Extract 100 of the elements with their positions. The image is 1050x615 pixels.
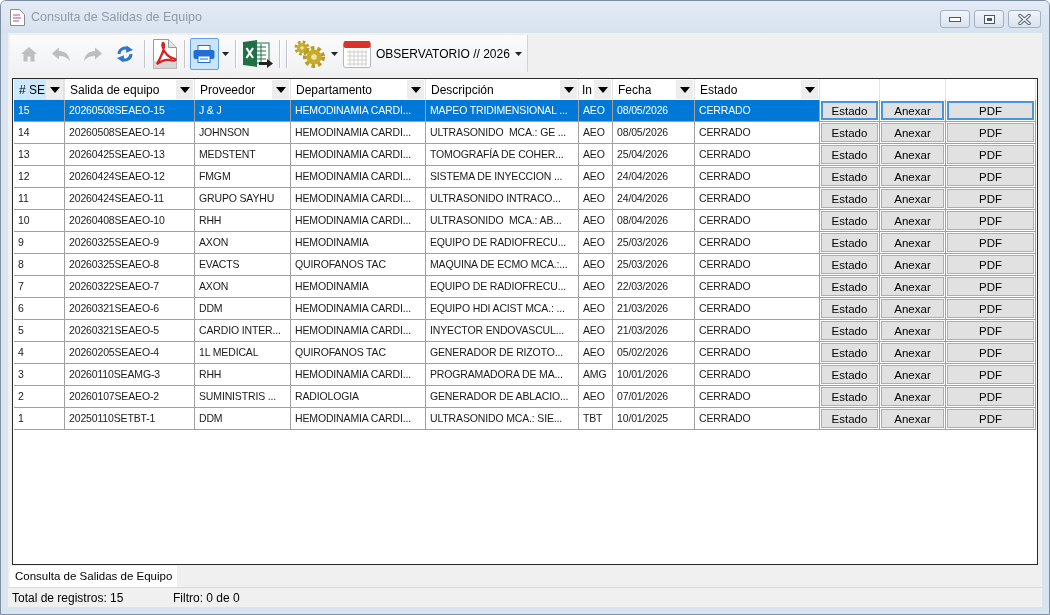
attach-button[interactable]: Anexar bbox=[881, 255, 944, 274]
table-row[interactable]: 10 20260408SEAEO-10 RHH HEMODINAMIA CARDI... ULTRASONIDO MCA.: AB... AEO 08/04/2026 CERRADO Estado Anexar PDF bbox=[14, 210, 1037, 232]
attach-button[interactable]: Anexar bbox=[881, 189, 944, 208]
column-header[interactable]: In bbox=[579, 79, 613, 100]
filter-button[interactable] bbox=[676, 80, 693, 99]
table-cell: DDM bbox=[195, 408, 291, 430]
attach-button[interactable]: Anexar bbox=[881, 123, 944, 142]
table-cell: SUMINISTRIS ... bbox=[195, 386, 291, 408]
attach-button[interactable]: Anexar bbox=[881, 277, 944, 296]
status-button[interactable]: Estado bbox=[821, 409, 878, 428]
attach-button[interactable]: Anexar bbox=[881, 211, 944, 230]
caret-icon[interactable] bbox=[222, 51, 229, 56]
minimize-button[interactable] bbox=[940, 10, 970, 28]
period-dropdown[interactable]: OBSERVATORIO // 2026 bbox=[341, 38, 524, 69]
column-header[interactable]: # SE bbox=[14, 79, 65, 100]
attach-button[interactable]: Anexar bbox=[881, 321, 944, 340]
status-button[interactable]: Estado bbox=[821, 189, 878, 208]
filter-button[interactable] bbox=[46, 80, 63, 99]
pdf-button[interactable]: PDF bbox=[947, 189, 1034, 208]
filter-button[interactable] bbox=[801, 80, 818, 99]
status-button[interactable]: Estado bbox=[821, 321, 878, 340]
pdf-button[interactable]: PDF bbox=[947, 101, 1034, 120]
filter-button[interactable] bbox=[272, 80, 289, 99]
status-button[interactable]: Estado bbox=[821, 123, 878, 142]
status-button[interactable]: Estado bbox=[821, 167, 878, 186]
pdf-button[interactable]: PDF bbox=[947, 233, 1034, 252]
pdf-button[interactable]: PDF bbox=[947, 343, 1034, 362]
table-row[interactable]: 9 20260325SEAEO-9 AXON HEMODINAMIA EQUIPO DE RADIOFRECU... AEO 25/03/2026 CERRADO Estado Anexar PDF bbox=[14, 232, 1037, 254]
right-arrow-icon bbox=[83, 45, 103, 62]
status-button[interactable]: Estado bbox=[821, 255, 878, 274]
excel-export-button[interactable] bbox=[240, 37, 275, 70]
pdf-button[interactable]: PDF bbox=[947, 299, 1034, 318]
attach-button[interactable]: Anexar bbox=[881, 387, 944, 406]
attach-button[interactable]: Anexar bbox=[881, 299, 944, 318]
table-row[interactable]: 13 20260425SEAEO-13 MEDSTENT HEMODINAMIA CARDI... TOMOGRAFÍA DE COHER... AEO 25/04/2026 CERRADO Estado Anexar PDF bbox=[14, 144, 1037, 166]
attach-button[interactable]: Anexar bbox=[881, 365, 944, 384]
table-row[interactable]: 2 20260107SEAEO-2 SUMINISTRIS ... RADIOLOGIA GENERADOR DE ABLACIO... AEO 07/01/2026 CERRADO Estado Anexar PDF bbox=[14, 386, 1037, 408]
table-row[interactable]: 8 20260325SEAEO-8 EVACTS QUIROFANOS TAC MAQUINA DE ECMO MCA.:... AEO 25/03/2026 CERRADO Estado Anexar PDF bbox=[14, 254, 1037, 276]
attach-button[interactable]: Anexar bbox=[881, 145, 944, 164]
table-row[interactable]: 3 20260110SEAMG-3 RHH HEMODINAMIA CARDI... PROGRAMADORA DE MA... AMG 10/01/2026 CERRADO Estado Anexar PDF bbox=[14, 364, 1037, 386]
table-row[interactable]: 15 20260508SEAEO-15 J & J HEMODINAMIA CARDI... MAPEO TRIDIMENSIONAL ... AEO 08/05/2026 CERRADO Estado Anexar PDF bbox=[14, 100, 1037, 122]
attach-button[interactable]: Anexar bbox=[881, 167, 944, 186]
table-cell: CERRADO bbox=[695, 254, 820, 276]
pdf-button[interactable]: PDF bbox=[947, 123, 1034, 142]
pdf-button[interactable]: PDF bbox=[947, 365, 1034, 384]
table-row[interactable]: 6 20260321SEAEO-6 DDM HEMODINAMIA CARDI... EQUIPO HDI ACIST MCA.: ... AEO 21/03/2026 CERRADO Estado Anexar PDF bbox=[14, 298, 1037, 320]
close-button[interactable] bbox=[1008, 10, 1041, 28]
pdf-button[interactable]: PDF bbox=[947, 387, 1034, 406]
attach-button[interactable]: Anexar bbox=[881, 101, 944, 120]
filter-button[interactable] bbox=[407, 80, 424, 99]
table-cell: HEMODINAMIA CARDI... bbox=[291, 144, 426, 166]
status-button[interactable]: Estado bbox=[821, 101, 878, 120]
table-cell: HEMODINAMIA CARDI... bbox=[291, 364, 426, 386]
table-row[interactable]: 12 20260424SEAEO-12 FMGM HEMODINAMIA CARDI... SISTEMA DE INYECCION ... AEO 24/04/2026 CERRADO Estado Anexar PDF bbox=[14, 166, 1037, 188]
print-button[interactable] bbox=[189, 37, 219, 70]
status-button[interactable]: Estado bbox=[821, 211, 878, 230]
caret-icon[interactable] bbox=[331, 51, 338, 56]
pdf-button[interactable]: PDF bbox=[947, 409, 1034, 428]
status-button[interactable]: Estado bbox=[821, 343, 878, 362]
maximize-button[interactable] bbox=[974, 10, 1004, 28]
table-row[interactable]: 4 20260205SEAEO-4 1L MEDICAL QUIROFANOS TAC GENERADOR DE RIZOTO... AEO 05/02/2026 CERRADO Estado Anexar PDF bbox=[14, 342, 1037, 364]
caret-icon bbox=[49, 86, 60, 93]
table-cell: AEO bbox=[579, 276, 613, 298]
table-row[interactable]: 14 20260508SEAEO-14 JOHNSON HEMODINAMIA CARDI... ULTRASONIDO MCA.: GE ... AEO 08/05/2026 CERRADO Estado Anexar PDF bbox=[14, 122, 1037, 144]
filter-button[interactable] bbox=[176, 80, 193, 99]
status-button[interactable]: Estado bbox=[821, 365, 878, 384]
table-cell: CERRADO bbox=[695, 364, 820, 386]
table-cell: CERRADO bbox=[695, 232, 820, 254]
filter-button[interactable] bbox=[594, 80, 611, 99]
status-button[interactable]: Estado bbox=[821, 277, 878, 296]
table-cell: AEO bbox=[579, 342, 613, 364]
table-row[interactable]: 11 20260424SEAEO-11 GRUPO SAYHU HEMODINAMIA CARDI... ULTRASONIDO INTRACO... AEO 24/04/2026 CERRADO Estado Anexar PDF bbox=[14, 188, 1037, 210]
table-cell: 22/03/2026 bbox=[613, 276, 695, 298]
status-button[interactable]: Estado bbox=[821, 145, 878, 164]
table-cell: MAQUINA DE ECMO MCA.:... bbox=[426, 254, 579, 276]
pdf-button[interactable]: PDF bbox=[947, 321, 1034, 340]
caret-icon bbox=[679, 86, 690, 93]
pdf-button[interactable]: PDF bbox=[947, 145, 1034, 164]
status-button[interactable]: Estado bbox=[821, 233, 878, 252]
attach-button[interactable]: Anexar bbox=[881, 409, 944, 428]
table-cell: 15 bbox=[14, 100, 65, 122]
filter-button[interactable] bbox=[560, 80, 577, 99]
pdf-button[interactable]: PDF bbox=[947, 211, 1034, 230]
tab[interactable]: Consulta de Salidas de Equipo bbox=[10, 566, 178, 587]
table-row[interactable]: 1 20250110SETBT-1 DDM HEMODINAMIA CARDI... ULTRASONIDO MCA.: SIE... TBT 10/01/2025 CERRADO Estado Anexar PDF bbox=[14, 408, 1037, 430]
header-label: Salida de equipo bbox=[70, 82, 160, 97]
attach-button[interactable]: Anexar bbox=[881, 343, 944, 362]
table-cell: TBT bbox=[579, 408, 613, 430]
table-row[interactable]: 5 20260321SEAEO-5 CARDIO INTER... HEMODINAMIA CARDI... INYECTOR ENDOVASCUL... AEO 21/03/2026 CERRADO Estado Anexar PDF bbox=[14, 320, 1037, 342]
table-cell: 6 bbox=[14, 298, 65, 320]
table-cell: 25/03/2026 bbox=[613, 232, 695, 254]
table-row[interactable]: 7 20260322SEAEO-7 AXON HEMODINAMIA EQUIPO DE RADIOFRECU... AEO 22/03/2026 CERRADO Estado Anexar PDF bbox=[14, 276, 1037, 298]
pdf-button[interactable]: PDF bbox=[947, 277, 1034, 296]
table-cell: CERRADO bbox=[695, 276, 820, 298]
pdf-button[interactable]: PDF bbox=[947, 167, 1034, 186]
attach-button[interactable]: Anexar bbox=[881, 233, 944, 252]
status-button[interactable]: Estado bbox=[821, 387, 878, 406]
status-button[interactable]: Estado bbox=[821, 299, 878, 318]
pdf-button[interactable]: PDF bbox=[947, 255, 1034, 274]
printer-icon bbox=[193, 44, 215, 63]
